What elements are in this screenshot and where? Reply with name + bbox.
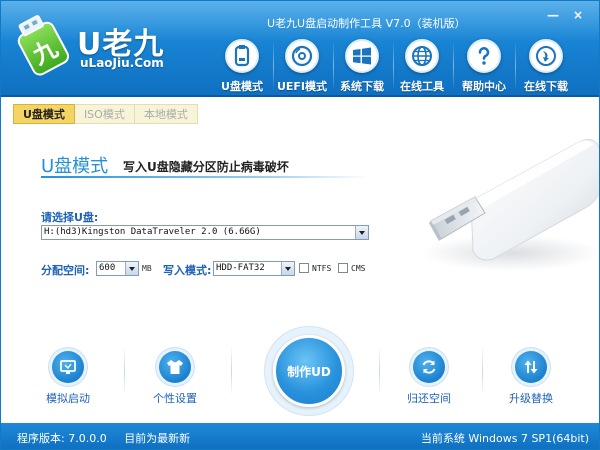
refresh-icon xyxy=(413,351,445,383)
restore-space-label: 归还空间 xyxy=(407,392,451,405)
windows-logo-icon xyxy=(345,39,379,73)
usb-drive-illustration xyxy=(421,139,599,271)
nav-label: U盘模式 xyxy=(221,80,263,93)
title-underline xyxy=(41,176,368,178)
nav-usb-mode[interactable]: U盘模式 xyxy=(213,39,271,93)
ntfs-label: NTFS xyxy=(312,264,332,273)
header-bar: 九 U老九 uLaoJiu.Com U老九U盘启动制作工具 V7.0（装机版） … xyxy=(1,1,599,97)
partition-size-value: 600 xyxy=(99,263,116,273)
update-status-text: 目前为最新新 xyxy=(124,432,191,445)
brand-logo: 九 xyxy=(17,15,70,76)
personalize-label: 个性设置 xyxy=(153,392,197,405)
simulate-boot-label: 模拟启动 xyxy=(46,392,90,405)
write-mode-value: HDD-FAT32 xyxy=(216,263,265,273)
write-mode-label: 写入模式: xyxy=(163,264,212,277)
partition-label: 分配空间: xyxy=(41,264,90,277)
mode-tabs: U盘模式 ISO模式 本地模式 xyxy=(13,104,198,124)
nav-label: 在线工具 xyxy=(400,80,444,93)
close-button[interactable]: × xyxy=(566,9,590,23)
section-title: U盘模式 xyxy=(41,156,109,177)
question-icon xyxy=(467,39,501,73)
nav-uefi-mode[interactable]: UEFI模式 xyxy=(273,39,331,93)
write-mode-select[interactable]: HDD-FAT32 xyxy=(213,261,295,276)
nav-online-download[interactable]: 在线下载 xyxy=(517,39,575,93)
disc-icon xyxy=(285,39,319,73)
status-bar: 程序版本: 7.0.0.0 目前为最新新 当前系统 Windows 7 SP1(… xyxy=(1,423,599,449)
cms-label: CMS xyxy=(351,264,366,273)
section-subtitle: 写入U盘隐藏分区防止病毒破坏 xyxy=(123,160,289,174)
upgrade-replace-button[interactable]: 升级替换 xyxy=(504,351,558,406)
upgrade-replace-label: 升级替换 xyxy=(509,392,553,405)
partition-unit: MB xyxy=(142,264,152,273)
chevron-down-icon[interactable] xyxy=(281,262,294,275)
partition-size-select[interactable]: 600 xyxy=(96,261,139,276)
tab-local-mode[interactable]: 本地模式 xyxy=(134,104,198,124)
tshirt-icon xyxy=(159,351,191,383)
restore-space-button[interactable]: 归还空间 xyxy=(402,351,456,406)
minimize-button[interactable]: — xyxy=(541,9,565,23)
monitor-icon xyxy=(52,351,84,383)
nav-label: UEFI模式 xyxy=(276,80,328,93)
app-window: 九 U老九 uLaoJiu.Com U老九U盘启动制作工具 V7.0（装机版） … xyxy=(0,0,600,450)
version-text: 程序版本: 7.0.0.0 xyxy=(17,432,107,445)
nav-help-center[interactable]: 帮助中心 xyxy=(455,39,513,93)
globe-icon xyxy=(405,39,439,73)
usb-drive-icon xyxy=(225,39,259,73)
tab-iso-mode[interactable]: ISO模式 xyxy=(74,104,135,124)
usb-device-select[interactable]: H:(hd3)Kingston DataTraveler 2.0 (6.66G) xyxy=(41,225,369,240)
select-usb-label: 请选择U盘: xyxy=(41,211,99,224)
brand-site: uLaoJiu.Com xyxy=(80,56,164,70)
nav-label: 在线下载 xyxy=(524,80,568,93)
usb-device-value: H:(hd3)Kingston DataTraveler 2.0 (6.66G) xyxy=(44,227,261,237)
nav-system-download[interactable]: 系统下载 xyxy=(333,39,391,93)
cms-checkbox[interactable] xyxy=(338,263,348,273)
nav-online-tools[interactable]: 在线工具 xyxy=(393,39,451,93)
download-icon xyxy=(529,39,563,73)
nav-label: 系统下载 xyxy=(340,80,384,93)
make-boot-disk-button[interactable]: 制作UD xyxy=(264,326,354,416)
chevron-down-icon[interactable] xyxy=(355,226,368,239)
personalize-button[interactable]: 个性设置 xyxy=(148,351,202,406)
window-title: U老九U盘启动制作工具 V7.0（装机版） xyxy=(267,17,466,30)
ntfs-checkbox[interactable] xyxy=(299,263,309,273)
simulate-boot-button[interactable]: 模拟启动 xyxy=(41,351,95,406)
chevron-down-icon[interactable] xyxy=(125,262,138,275)
swap-arrows-icon xyxy=(515,351,547,383)
make-boot-disk-label: 制作UD xyxy=(273,335,345,407)
nav-label: 帮助中心 xyxy=(462,80,506,93)
os-info-text: 当前系统 Windows 7 SP1(64bit) xyxy=(420,432,589,445)
tab-usb-mode[interactable]: U盘模式 xyxy=(13,104,75,124)
